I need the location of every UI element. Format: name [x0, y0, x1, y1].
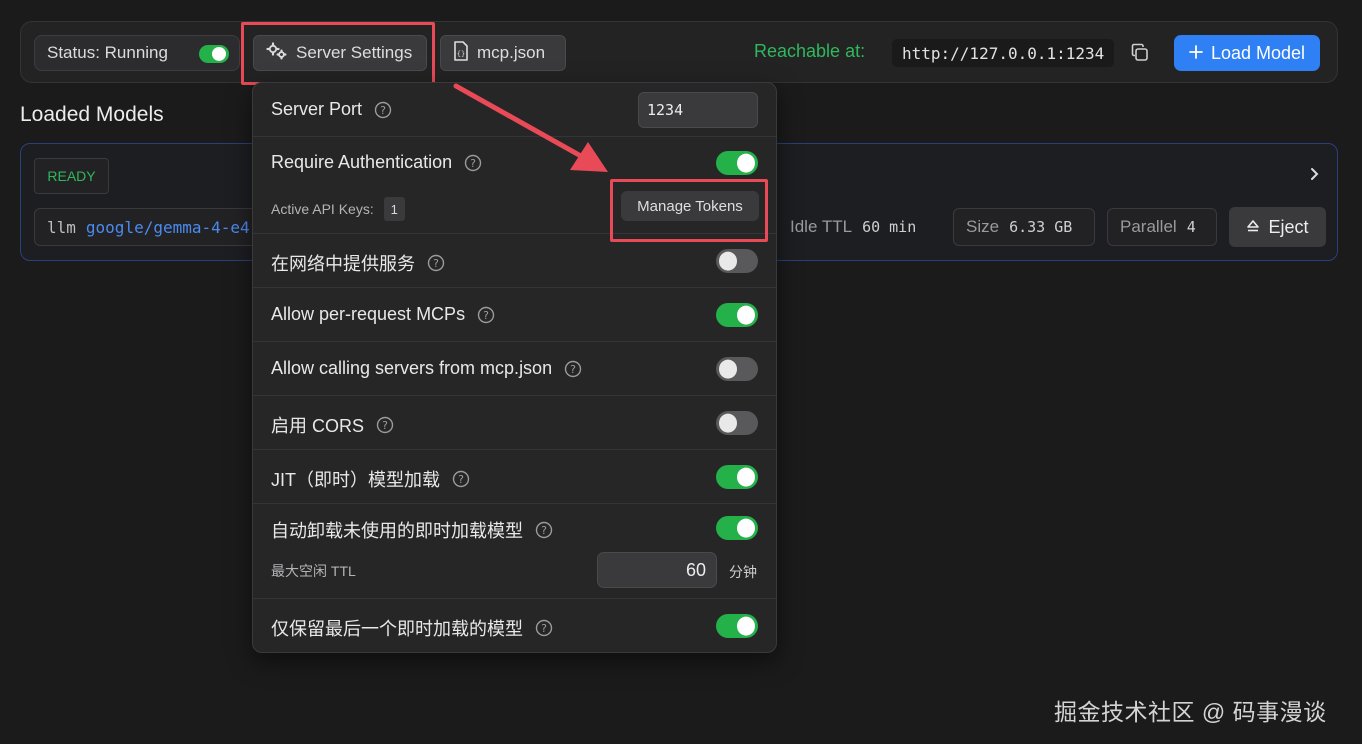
help-icon[interactable]: ?	[374, 101, 392, 119]
size-value: 6.33 GB	[1009, 218, 1073, 236]
server-port-row: Server Port ? 1234	[253, 83, 776, 137]
help-icon[interactable]: ?	[564, 360, 582, 378]
help-icon[interactable]: ?	[427, 254, 445, 272]
load-model-label: Load Model	[1210, 42, 1306, 63]
active-keys-label: Active API Keys:	[271, 201, 374, 217]
svg-text:?: ?	[570, 363, 576, 376]
idle-ttl-info: Idle TTL 60 min	[777, 208, 963, 246]
max-idle-ttl-label: 最大空闲 TTL	[271, 563, 356, 579]
auto-unload-label: 自动卸载未使用的即时加载模型	[271, 521, 523, 541]
server-port-label-wrap: Server Port ?	[271, 99, 392, 120]
help-icon[interactable]: ?	[535, 619, 553, 637]
eject-icon	[1246, 217, 1260, 238]
server-topbar: Status: Running Server Settings {} mcp.j…	[20, 21, 1338, 83]
serve-network-row: 在网络中提供服务 ?	[253, 234, 776, 288]
svg-text:?: ?	[470, 157, 476, 170]
serve-network-label-wrap: 在网络中提供服务 ?	[271, 250, 445, 276]
jit-label: JIT（即时）模型加载	[271, 470, 440, 490]
keep-last-label: 仅保留最后一个即时加载的模型	[271, 619, 523, 639]
svg-text:?: ?	[380, 104, 386, 117]
per-request-mcps-label-wrap: Allow per-request MCPs ?	[271, 304, 495, 325]
help-icon[interactable]: ?	[477, 306, 495, 324]
parallel-label: Parallel	[1120, 217, 1177, 236]
mcp-json-button[interactable]: {} mcp.json	[440, 35, 566, 71]
per-request-mcps-toggle[interactable]	[716, 303, 758, 327]
per-request-mcps-label: Allow per-request MCPs	[271, 304, 466, 324]
jit-row: JIT（即时）模型加载 ?	[253, 450, 776, 504]
keep-last-label-wrap: 仅保留最后一个即时加载的模型 ?	[271, 615, 553, 641]
cors-row: 启用 CORS ?	[253, 396, 776, 450]
watermark: 掘金技术社区 @ 码事漫谈	[1054, 699, 1327, 725]
active-keys-count: 1	[383, 197, 405, 221]
keep-last-row: 仅保留最后一个即时加载的模型 ?	[253, 599, 776, 652]
copy-icon[interactable]	[1130, 43, 1150, 63]
cors-toggle[interactable]	[716, 411, 758, 435]
require-auth-toggle[interactable]	[716, 151, 758, 175]
serve-network-label: 在网络中提供服务	[271, 254, 415, 274]
jit-toggle[interactable]	[716, 465, 758, 489]
parallel-info: Parallel 4	[1107, 208, 1217, 246]
cors-label: 启用 CORS	[271, 416, 365, 436]
auto-unload-toggle[interactable]	[716, 516, 758, 540]
manage-tokens-highlight	[610, 179, 768, 242]
load-model-button[interactable]: Load Model	[1174, 35, 1320, 71]
per-request-mcps-row: Allow per-request MCPs ?	[253, 288, 776, 342]
size-label: Size	[966, 217, 1000, 236]
help-icon[interactable]: ?	[535, 521, 553, 539]
server-port-label: Server Port	[271, 99, 363, 119]
idle-ttl-label: Idle TTL	[790, 217, 853, 236]
loaded-models-title: Loaded Models	[20, 103, 164, 126]
max-idle-ttl-unit: 分钟	[729, 564, 757, 580]
calling-servers-row: Allow calling servers from mcp.json ?	[253, 342, 776, 396]
help-icon[interactable]: ?	[464, 154, 482, 172]
active-keys-info: Active API Keys: 1	[271, 197, 405, 221]
server-url: http://127.0.0.1:1234	[892, 39, 1114, 67]
eject-label: Eject	[1268, 216, 1309, 237]
help-icon[interactable]: ?	[376, 416, 394, 434]
jit-label-wrap: JIT（即时）模型加载 ?	[271, 466, 470, 492]
svg-text:?: ?	[382, 419, 388, 432]
status-badge: READY	[34, 158, 109, 194]
plus-icon	[1189, 43, 1203, 64]
model-type: llm	[47, 217, 76, 237]
svg-text:?: ?	[541, 524, 547, 537]
keep-last-toggle[interactable]	[716, 614, 758, 638]
calling-servers-label-wrap: Allow calling servers from mcp.json ?	[271, 358, 582, 379]
help-icon[interactable]: ?	[452, 470, 470, 488]
calling-servers-toggle[interactable]	[716, 357, 758, 381]
reachable-label: Reachable at:	[754, 41, 866, 61]
json-file-icon: {}	[453, 40, 469, 66]
svg-text:?: ?	[483, 309, 489, 322]
require-auth-label: Require Authentication	[271, 152, 453, 172]
svg-text:{}: {}	[457, 50, 465, 58]
svg-text:?: ?	[458, 473, 464, 486]
eject-button[interactable]: Eject	[1229, 207, 1326, 247]
calling-servers-label: Allow calling servers from mcp.json	[271, 358, 553, 378]
server-port-input[interactable]: 1234	[638, 92, 758, 128]
parallel-value: 4	[1186, 218, 1196, 236]
svg-text:?: ?	[541, 622, 547, 635]
status-toggle[interactable]	[199, 45, 229, 63]
server-settings-panel: Server Port ? 1234 Require Authenticatio…	[252, 82, 777, 653]
cors-label-wrap: 启用 CORS ?	[271, 412, 394, 438]
idle-ttl-value: 60 min	[862, 218, 917, 236]
max-idle-ttl-input[interactable]: 60	[597, 552, 717, 588]
size-info: Size 6.33 GB	[953, 208, 1095, 246]
model-name: google/gemma-4-e4	[85, 217, 250, 237]
chevron-right-icon[interactable]	[1309, 166, 1321, 182]
svg-text:?: ?	[433, 257, 439, 270]
serve-network-toggle[interactable]	[716, 249, 758, 273]
auto-unload-label-wrap: 自动卸载未使用的即时加载模型 ?	[271, 517, 553, 543]
status-label: Status: Running	[47, 43, 168, 62]
mcp-json-label: mcp.json	[477, 43, 546, 62]
status-control[interactable]: Status: Running	[34, 35, 240, 71]
server-settings-highlight	[241, 22, 435, 85]
require-auth-label-wrap: Require Authentication ?	[271, 152, 482, 173]
